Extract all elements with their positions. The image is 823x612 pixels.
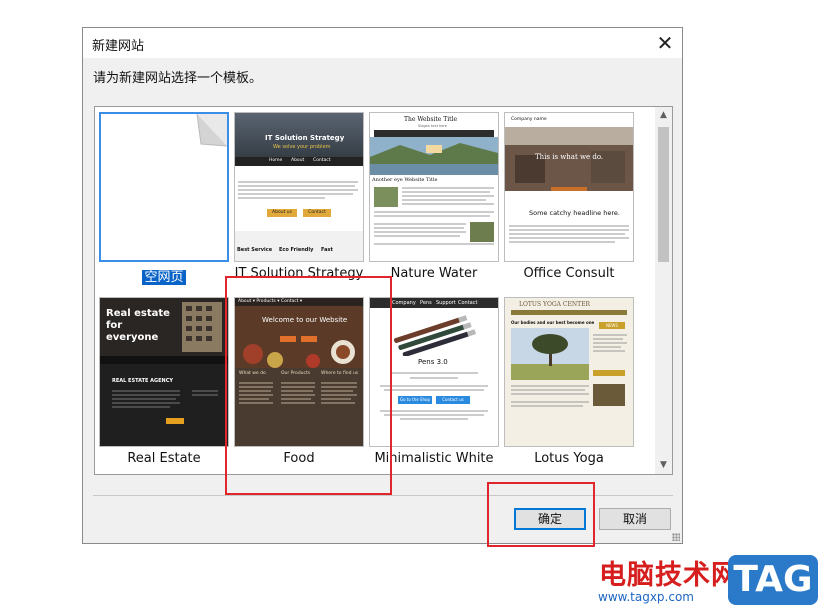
dialog-titlebar: 新建网站 ✕ bbox=[83, 28, 682, 58]
scroll-thumb[interactable] bbox=[658, 127, 669, 262]
template-label: 空网页 bbox=[142, 270, 186, 285]
template-tile-office-consult[interactable]: Company name This is what we do. Some ca… bbox=[504, 112, 634, 281]
template-tile-lotus-yoga[interactable]: LOTUS YOGA CENTER Our bodies and our bes… bbox=[504, 297, 634, 466]
template-label: Lotus Yoga bbox=[534, 451, 604, 466]
real-estate-preview: Real estate for everyone REAL ESTATE AGE… bbox=[99, 297, 229, 447]
template-label: Office Consult bbox=[523, 266, 615, 281]
close-icon[interactable]: ✕ bbox=[652, 30, 678, 56]
template-tile-blank[interactable]: 空网页 bbox=[99, 112, 229, 285]
nature-water-preview: The Website Title Slogan text here Anoth… bbox=[369, 112, 499, 262]
blank-page-preview bbox=[99, 112, 229, 262]
it-solution-preview: IT Solution Strategy We solve your probl… bbox=[234, 112, 364, 262]
template-tile-nature-water[interactable]: The Website Title Slogan text here Anoth… bbox=[369, 112, 499, 281]
scroll-up-icon[interactable]: ▲ bbox=[655, 107, 672, 124]
template-label: Real Estate bbox=[127, 451, 201, 466]
resize-grip-icon[interactable] bbox=[672, 533, 680, 541]
dialog-title: 新建网站 bbox=[92, 39, 145, 54]
watermark-url: www.tagxp.com bbox=[598, 590, 694, 604]
highlight-ok-box bbox=[487, 482, 595, 547]
template-tile-real-estate[interactable]: Real estate for everyone REAL ESTATE AGE… bbox=[99, 297, 229, 466]
watermark-tag-logo: TAG bbox=[728, 555, 818, 605]
vertical-scrollbar[interactable]: ▲ ▼ bbox=[655, 107, 672, 474]
template-tile-it-solution[interactable]: IT Solution Strategy We solve your probl… bbox=[234, 112, 364, 281]
highlight-food-box bbox=[225, 276, 392, 495]
office-consult-preview: Company name This is what we do. Some ca… bbox=[504, 112, 634, 262]
watermark-brand: 电脑技术网 bbox=[599, 560, 739, 591]
scroll-down-icon[interactable]: ▼ bbox=[655, 457, 672, 474]
dialog-prompt: 请为新建网站选择一个模板。 bbox=[93, 71, 263, 86]
cancel-button[interactable]: 取消 bbox=[599, 508, 671, 530]
lotus-yoga-preview: LOTUS YOGA CENTER Our bodies and our bes… bbox=[504, 297, 634, 447]
